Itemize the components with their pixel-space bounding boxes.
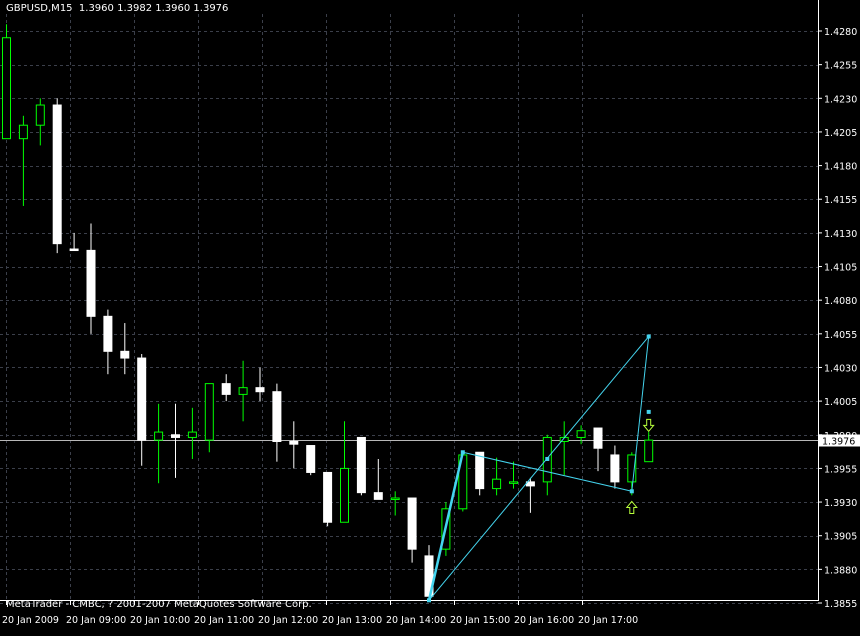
x-tick-label: 20 Jan 11:00: [194, 615, 254, 626]
candle-body: [576, 430, 586, 438]
pattern-point: [629, 489, 634, 494]
candle-body: [255, 387, 265, 393]
pattern-point: [427, 598, 431, 603]
y-tick-label: 1.4005: [824, 397, 857, 408]
chart-header: GBPUSD,M15 1.3960 1.3982 1.3960 1.3976: [6, 3, 228, 14]
candle-body: [154, 431, 164, 441]
candle-body: [272, 391, 282, 442]
symbol-timeframe-label: GBPUSD,M15: [6, 3, 73, 14]
y-tick-label: 1.3955: [824, 464, 857, 475]
y-tick-label: 1.4180: [824, 162, 857, 173]
y-tick-label: 1.4030: [824, 363, 857, 374]
candle-body: [407, 497, 417, 550]
arrow-up-icon: [625, 500, 638, 514]
pattern-line: [427, 451, 465, 601]
candle-body: [204, 383, 214, 441]
copyright-notice: MetaTrader - CMBC, ? 2001-2007 MetaQuote…: [6, 599, 312, 610]
candle-body: [238, 387, 248, 395]
candle-body: [221, 383, 231, 395]
pattern-point: [646, 334, 651, 339]
x-tick-label: 20 Jan 17:00: [578, 615, 638, 626]
candle-body: [390, 497, 400, 501]
x-tick-label: 20 Jan 15:00: [450, 615, 510, 626]
pattern-line: [631, 336, 650, 492]
candle-body: [475, 451, 485, 490]
y-tick-label: 1.3930: [824, 498, 857, 509]
y-tick-label: 1.4080: [824, 296, 857, 307]
x-tick-label: 20 Jan 09:00: [66, 615, 126, 626]
ohlc-readout: 1.3960 1.3982 1.3960 1.3976: [78, 3, 229, 14]
x-tick-label: 20 Jan 2009: [2, 615, 59, 626]
y-tick-label: 1.4130: [824, 229, 857, 240]
y-tick-label: 1.4105: [824, 263, 857, 274]
y-tick-label: 1.3905: [824, 532, 857, 543]
candle-body: [644, 439, 654, 463]
chart-window[interactable]: 1.4280 1.4255 1.4230 1.4205 1.4180 1.4155 1.41…: [0, 0, 860, 631]
candle-body: [18, 124, 28, 140]
candle-body: [35, 104, 45, 126]
x-tick-label: 20 Jan 12:00: [258, 615, 318, 626]
y-tick-label: 1.4280: [824, 27, 857, 38]
x-tick-label: 20 Jan 14:00: [386, 615, 446, 626]
candle-body: [306, 445, 316, 473]
x-tick-label: 20 Jan 13:00: [322, 615, 382, 626]
x-tick-label: 20 Jan 16:00: [514, 615, 574, 626]
price-chart[interactable]: 1.4280 1.4255 1.4230 1.4205 1.4180 1.4155 1.41…: [0, 0, 860, 631]
candle-body: [593, 427, 603, 449]
y-tick-label: 1.3855: [824, 599, 857, 610]
pattern-point: [460, 450, 465, 455]
candle-body: [373, 492, 383, 500]
y-tick-label: 1.4230: [824, 94, 857, 105]
candle-body: [509, 481, 518, 484]
candle-body: [52, 104, 62, 245]
y-tick-label: 1.4255: [824, 61, 857, 72]
candle-body: [86, 249, 96, 317]
y-tick-label: 1.4205: [824, 128, 857, 139]
candle-body: [137, 357, 147, 441]
candle-body: [103, 315, 113, 352]
y-tick-label: 1.4155: [824, 195, 857, 206]
candle-body: [69, 248, 79, 252]
candle-body: [2, 37, 11, 140]
candle-body: [323, 471, 333, 523]
candle-body: [120, 350, 130, 359]
current-price-label: 1.3976: [822, 437, 855, 448]
candle-body: [187, 431, 197, 438]
candle-body: [171, 434, 180, 438]
candle-body: [340, 467, 349, 523]
candle-body: [610, 454, 620, 483]
y-tick-label: 1.3880: [824, 565, 857, 576]
candle-body: [492, 478, 502, 490]
x-tick-label: 20 Jan 10:00: [130, 615, 190, 626]
pattern-marker: [545, 456, 550, 461]
arrow-down-icon: [642, 418, 655, 433]
pattern-marker: [646, 409, 651, 414]
candle-body: [289, 440, 299, 445]
y-tick-label: 1.4055: [824, 330, 857, 341]
candle-body: [356, 436, 366, 494]
